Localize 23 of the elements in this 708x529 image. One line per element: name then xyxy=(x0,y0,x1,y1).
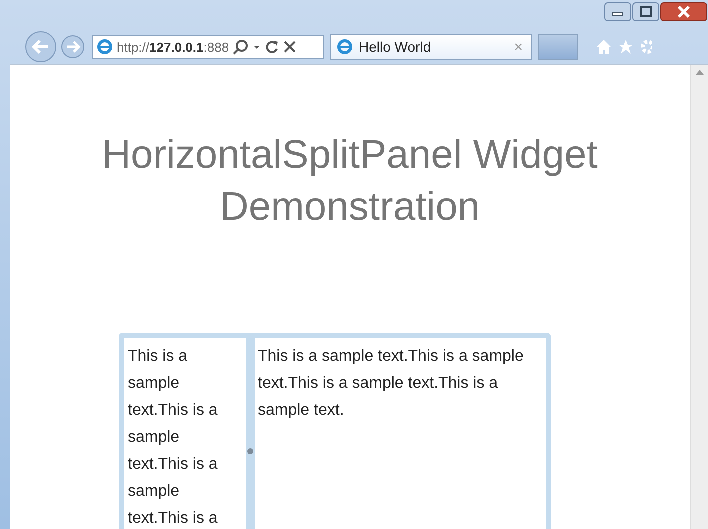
close-icon[interactable] xyxy=(660,2,708,22)
home-icon[interactable] xyxy=(596,39,612,55)
back-icon[interactable] xyxy=(24,30,58,64)
browser-icon xyxy=(97,39,113,55)
forward-icon[interactable] xyxy=(60,34,86,60)
stop-icon[interactable] xyxy=(283,39,298,55)
star-icon[interactable] xyxy=(618,39,634,55)
scroll-up-icon xyxy=(696,69,704,75)
splitter-handle[interactable] xyxy=(246,338,255,529)
settings-icon[interactable] xyxy=(640,39,652,55)
right-panel-text: This is a sample text.This is a sample text.This is a sample text.This is a sample text. xyxy=(257,347,525,421)
maximize-icon[interactable] xyxy=(632,2,660,22)
search-icon[interactable] xyxy=(233,39,250,55)
browser-tab[interactable]: Hello World × xyxy=(330,34,532,60)
minimize-icon[interactable] xyxy=(604,2,632,22)
new-tab-button[interactable] xyxy=(538,34,578,60)
grip-icon xyxy=(247,448,254,455)
refresh-icon[interactable] xyxy=(265,39,280,55)
address-field[interactable]: http://127.0.0.1:888 xyxy=(92,35,324,59)
browser-icon xyxy=(337,39,353,55)
scrollbar[interactable] xyxy=(690,65,708,529)
page-heading: HorizontalSplitPanel Widget Demonstration xyxy=(101,132,599,231)
left-panel-text: This is a sample text.This is a sample text.This is a sample text.This is a xyxy=(127,347,219,529)
